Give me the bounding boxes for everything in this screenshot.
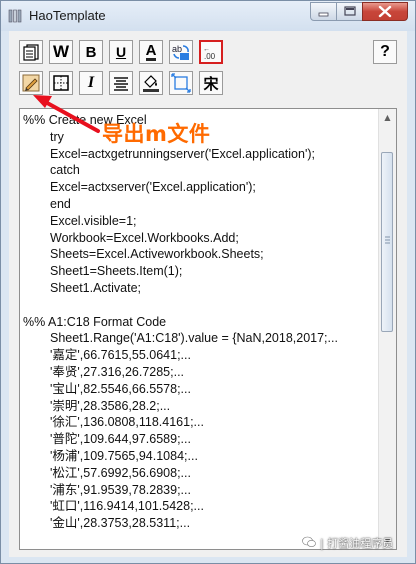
watermark-text: | 打酱油程序员 [320,537,394,550]
wechat-icon [302,536,316,548]
annotation-label: 导出m文件 [102,122,211,146]
annotation-arrow [33,95,100,133]
